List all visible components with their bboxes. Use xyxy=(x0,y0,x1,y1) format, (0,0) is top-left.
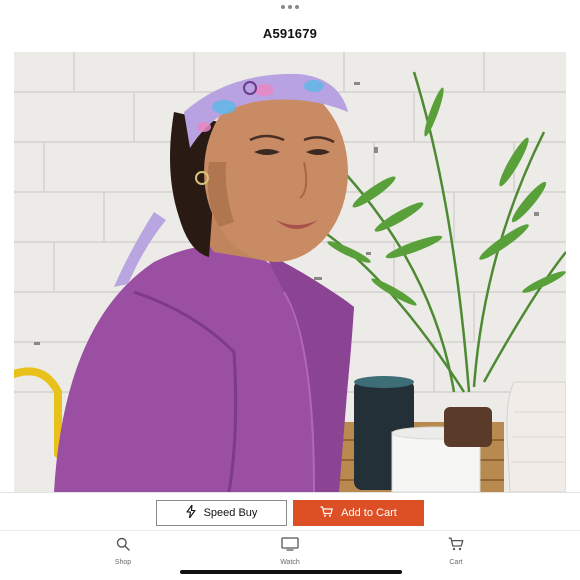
purchase-action-bar: Speed Buy Add to Cart xyxy=(0,492,580,530)
tab-cart[interactable]: Cart xyxy=(426,537,486,566)
tab-cart-label: Cart xyxy=(449,559,463,566)
product-code-title: A591679 xyxy=(262,26,318,41)
product-photo-illustration xyxy=(14,52,566,492)
tab-shop-label: Shop xyxy=(114,559,132,566)
dot xyxy=(288,5,292,9)
cart-icon xyxy=(448,537,464,556)
tab-shop[interactable]: Shop xyxy=(93,537,153,566)
cart-icon xyxy=(320,506,333,520)
dot xyxy=(281,5,285,9)
lightning-icon xyxy=(186,504,196,521)
tv-icon xyxy=(281,537,299,556)
speed-buy-label: Speed Buy xyxy=(203,507,258,519)
more-options-dots[interactable] xyxy=(0,5,580,13)
add-to-cart-button[interactable]: Add to Cart xyxy=(293,500,424,526)
search-icon xyxy=(116,537,130,556)
add-to-cart-label: Add to Cart xyxy=(341,507,397,519)
tab-watch-label: Watch xyxy=(280,559,300,566)
speed-buy-button[interactable]: Speed Buy xyxy=(156,500,287,526)
tab-watch[interactable]: Watch xyxy=(260,537,320,566)
dot xyxy=(295,5,299,9)
product-image[interactable] xyxy=(14,52,566,492)
home-indicator[interactable] xyxy=(180,570,402,574)
